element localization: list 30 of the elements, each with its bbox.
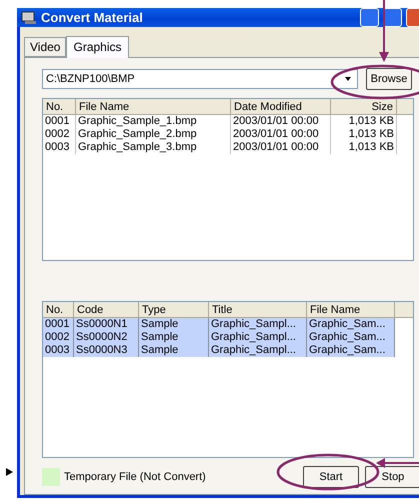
tab[interactable]: Video [24,37,66,57]
table-cell: 0003 [43,141,76,154]
list-view[interactable]: No. Code Type Title File Name 0001 Ss0000N1 Sample Graphic_Sampl... Graphic_Sam... 0002 Ss0000N2 Sample Graphic_Sampl... Graphic_Sam... 0003 Ss0000N3 Sample Graphic_Sampl... Graphic_Sam... [42,301,414,458]
table-cell: Sample [139,344,209,357]
minimize-button[interactable] [360,8,379,27]
table-cell: Graphic_Sample_3.bmp [76,141,231,154]
list-row[interactable]: 0002 Ss0000N2 Sample Graphic_Sampl... Graphic_Sam... [43,331,395,344]
table-cell: Graphic_Sam... [307,344,395,357]
path-combo-box[interactable]: C:\BZNP100\BMP [42,69,358,89]
list-view[interactable]: No. File Name Date Modified Size 0001 Graphic_Sample_1.bmp 2003/01/01 00:00 1,013 KB 0002 Graphic_Sample_2.bmp 2003/01/01 00:00 1,013 KB 0003 Graphic_Sample_3.bmp 2003/01/01 00:00 1,013 KB [42,98,414,261]
table-cell: Graphic_Sampl... [209,344,307,357]
list-row[interactable]: 0001 Graphic_Sample_1.bmp 2003/01/01 00:00 1,013 KB [43,115,397,128]
list-row[interactable]: 0001 Ss0000N1 Sample Graphic_Sampl... Graphic_Sam... [43,318,395,331]
tab[interactable]: Graphics [66,36,129,58]
table-cell: Ss0000N3 [74,344,139,357]
annotation-arrow [379,0,389,62]
stop-button[interactable]: Stop [365,466,419,488]
table-cell: 2003/01/01 00:00 [231,141,331,154]
table-cell: 1,013 KB [331,141,397,154]
window-title: Convert Material [41,10,144,25]
start-button[interactable]: Start [303,466,359,488]
annotation-arrow [376,458,419,468]
list-row[interactable]: 0003 Ss0000N3 Sample Graphic_Sampl... Graphic_Sam... [43,344,395,357]
list-row[interactable]: 0002 Graphic_Sample_2.bmp 2003/01/01 00:00 1,013 KB [43,128,397,141]
arrowhead-icon [6,468,13,476]
app-icon [21,10,37,24]
browse-button[interactable]: Browse [366,68,412,90]
list-row[interactable]: 0003 Graphic_Sample_3.bmp 2003/01/01 00:00 1,013 KB [43,141,397,154]
table-cell: 0003 [43,344,74,357]
legend-label: Temporary File (Not Convert) [64,471,207,483]
